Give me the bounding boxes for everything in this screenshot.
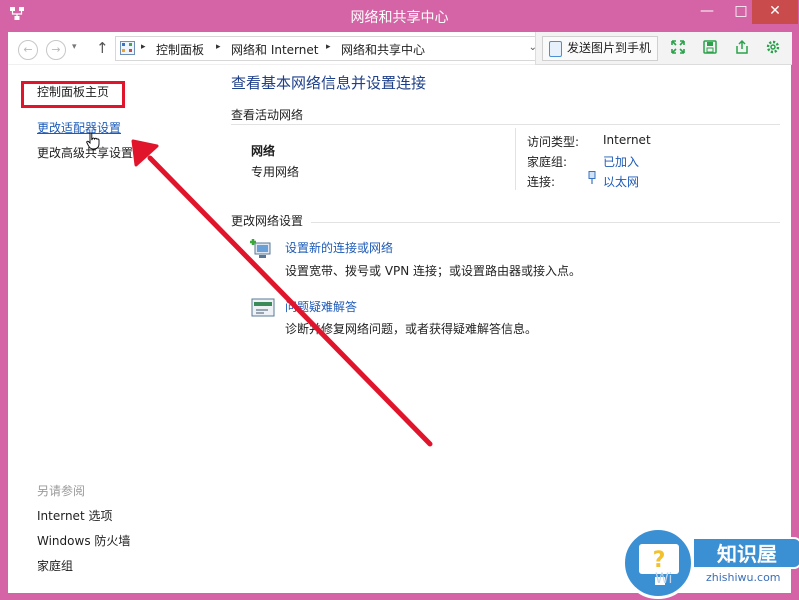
homegroup-label: 家庭组: (527, 155, 568, 169)
title-bar: 网络和共享中心 — □ ✕ (0, 0, 799, 32)
recent-locations-chevron-icon[interactable]: ▾ (72, 42, 77, 52)
watermark-title: 知识屋 (694, 537, 799, 569)
vertical-divider (515, 128, 516, 190)
hand-cursor-icon (86, 132, 100, 150)
change-adapter-settings-link[interactable]: 更改适配器设置 (37, 119, 121, 136)
minimize-button[interactable]: — (690, 0, 724, 24)
network-category: 专用网络 (251, 165, 300, 179)
homegroup-status-link[interactable]: 已加入 (603, 153, 639, 170)
troubleshoot-problems-link[interactable]: 问题疑难解答 (285, 298, 357, 315)
change-advanced-sharing-link[interactable]: 更改高级共享设置 (37, 144, 133, 161)
breadcrumb-separator: ▸ (326, 42, 331, 52)
screenshot-toolbar: 发送图片到手机 (535, 32, 792, 65)
breadcrumb-network-internet[interactable]: 网络和 Internet (231, 41, 318, 58)
window-title: 网络和共享中心 (350, 10, 449, 26)
watermark-faded-text: Wi (655, 571, 673, 587)
change-settings-heading: 更改网络设置 (231, 214, 304, 228)
breadcrumb-separator: ▸ (141, 42, 146, 52)
monitor-question-icon: ? (639, 544, 679, 574)
setup-new-connection-desc: 设置宽带、拨号或 VPN 连接；或设置路由器或接入点。 (285, 264, 582, 278)
watermark-site: zhishiwu.com (706, 571, 781, 584)
close-button[interactable]: ✕ (752, 0, 798, 24)
site-watermark-badge: ? 知识屋 zhishiwu.com (622, 527, 799, 600)
active-networks-heading: 查看活动网络 (231, 108, 304, 122)
ethernet-icon (588, 171, 596, 184)
breadcrumb-control-panel[interactable]: 控制面板 (156, 41, 204, 58)
explorer-window: ← → ▾ ↑ ▸ 控制面板 ▸ 网络和 Internet ▸ 网络和共享中心 … (8, 32, 792, 593)
troubleshoot-problems-desc: 诊断并修复网络问题，或者获得疑难解答信息。 (285, 322, 538, 336)
fullscreen-icon[interactable] (670, 39, 686, 55)
connection-label: 连接: (527, 175, 556, 189)
highlight-box (21, 81, 125, 108)
section-divider (311, 222, 780, 223)
settings-icon[interactable] (765, 39, 781, 55)
address-bar-row: ← → ▾ ↑ ▸ 控制面板 ▸ 网络和 Internet ▸ 网络和共享中心 … (8, 32, 792, 65)
back-button[interactable]: ← (18, 40, 38, 60)
address-bar[interactable]: ▸ 控制面板 ▸ 网络和 Internet ▸ 网络和共享中心 ⌄ (115, 36, 542, 61)
see-also-internet-options[interactable]: Internet 选项 (37, 507, 112, 524)
phone-icon (549, 41, 562, 57)
access-type-value: Internet (603, 133, 651, 147)
breadcrumb-separator: ▸ (216, 42, 221, 52)
badge-circle: ? (622, 527, 694, 599)
page-title: 查看基本网络信息并设置连接 (231, 74, 427, 92)
network-name: 网络 (251, 144, 276, 158)
control-panel-icon (120, 41, 135, 55)
access-type-label: 访问类型: (527, 135, 580, 149)
share-icon[interactable] (734, 39, 750, 55)
troubleshoot-icon (251, 298, 275, 317)
send-to-phone-button[interactable]: 发送图片到手机 (542, 36, 659, 61)
send-to-phone-label: 发送图片到手机 (567, 41, 652, 55)
see-also-homegroup[interactable]: 家庭组 (37, 557, 73, 574)
see-also-windows-firewall[interactable]: Windows 防火墙 (37, 532, 130, 549)
setup-new-connection-link[interactable]: 设置新的连接或网络 (285, 239, 393, 256)
forward-button[interactable]: → (46, 40, 66, 60)
left-nav-pane: 控制面板主页 更改适配器设置 更改高级共享设置 另请参阅 Internet 选项… (8, 64, 213, 593)
section-divider (231, 124, 780, 125)
ethernet-link[interactable]: 以太网 (603, 173, 639, 190)
see-also-heading: 另请参阅 (37, 484, 86, 498)
up-button[interactable]: ↑ (96, 39, 109, 57)
save-icon[interactable] (702, 39, 718, 55)
breadcrumb-sharing-center[interactable]: 网络和共享中心 (341, 41, 425, 58)
new-connection-icon (250, 239, 271, 258)
